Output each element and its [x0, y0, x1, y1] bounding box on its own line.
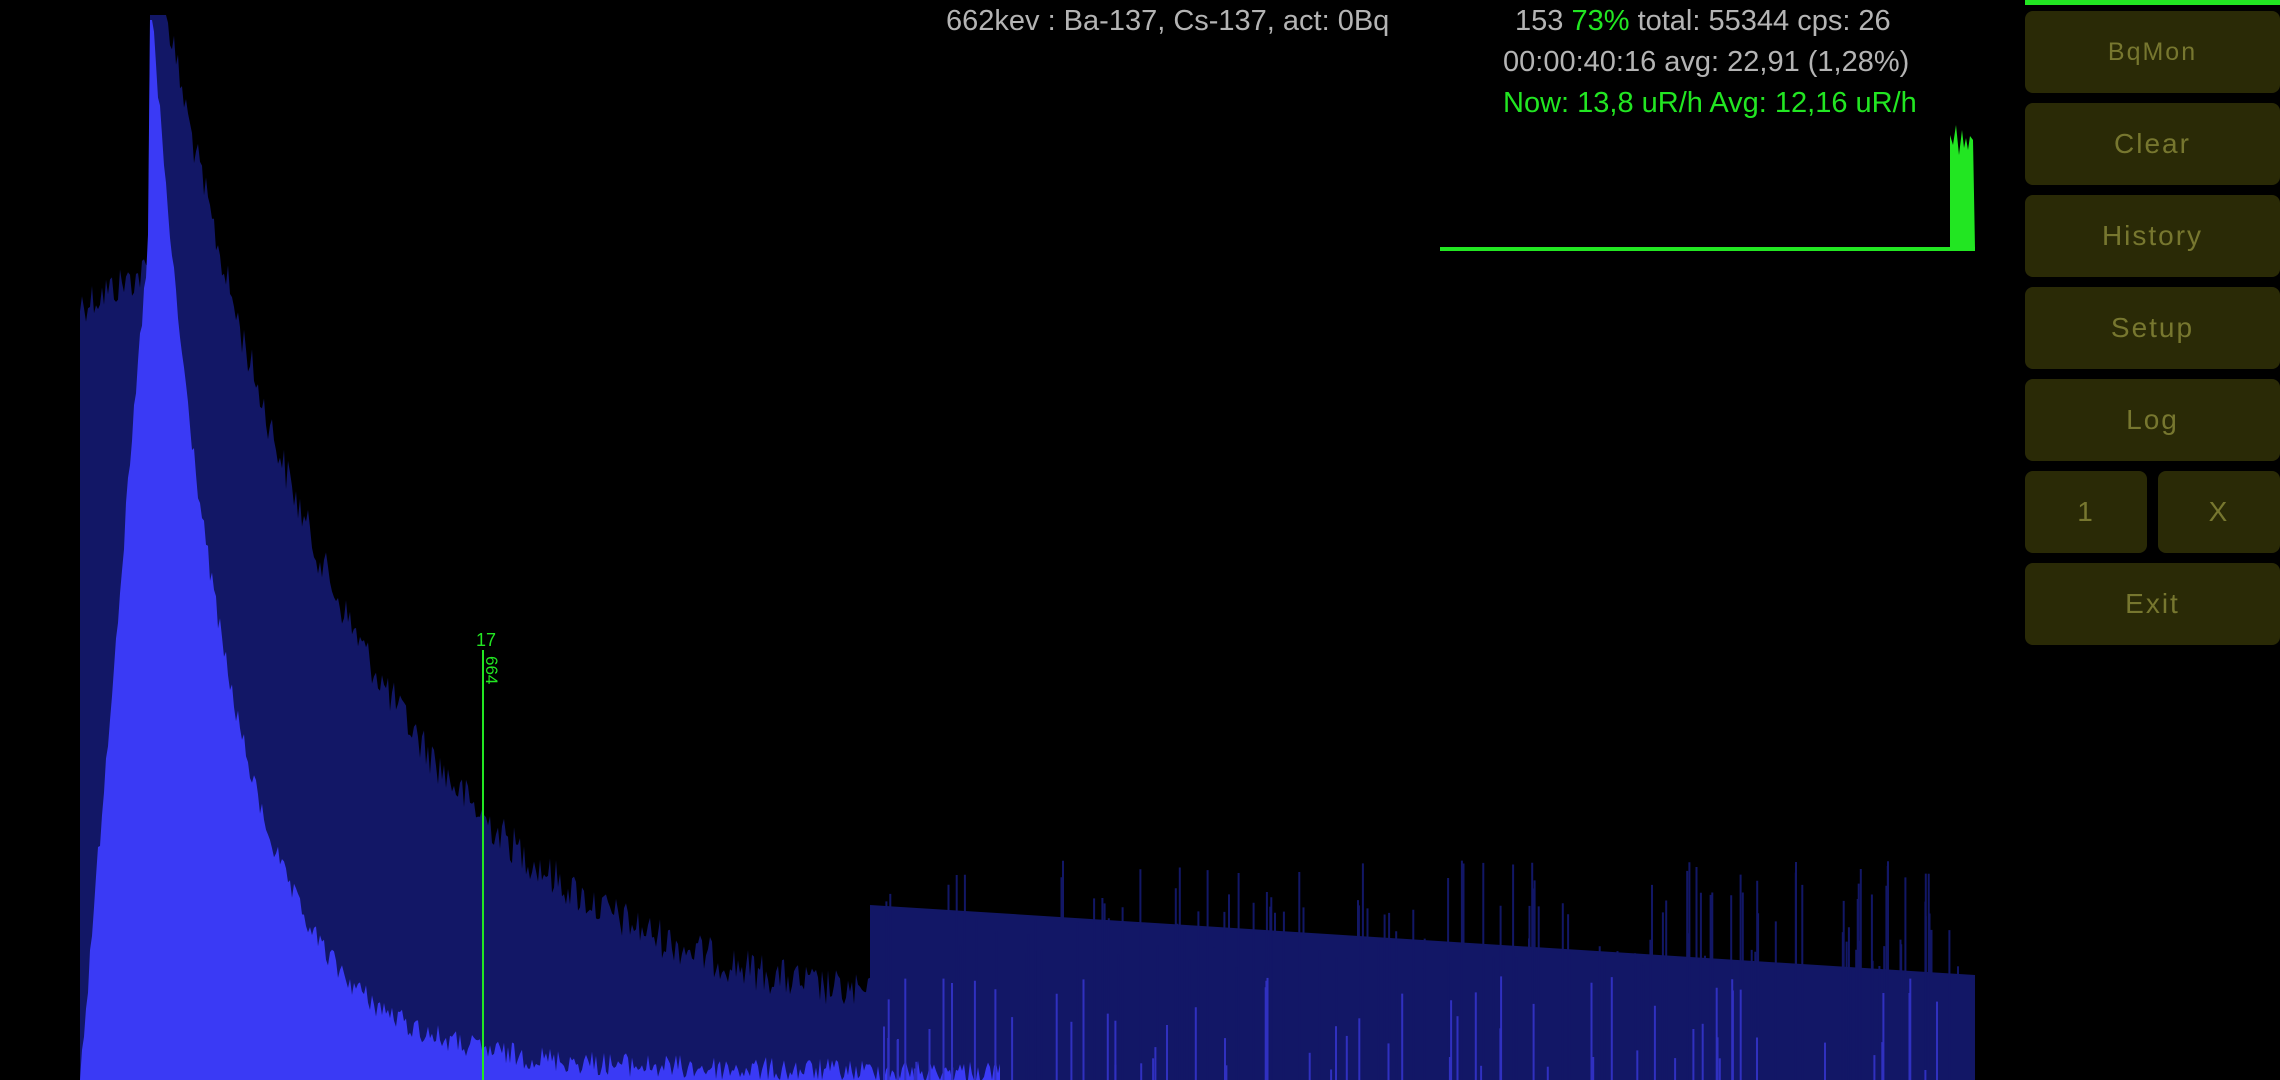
- cursor-energy-label: 664: [482, 656, 501, 684]
- counts-suffix: total: 55344 cps: 26: [1637, 5, 1891, 37]
- counts-percent: 73%: [1571, 5, 1630, 37]
- spectrum-plot[interactable]: 17 664: [0, 0, 2280, 1080]
- log-button[interactable]: Log: [2025, 379, 2280, 461]
- clear-button[interactable]: Clear: [2025, 103, 2280, 185]
- history-bars: [1950, 125, 1975, 249]
- spectrum-screen: 17 664 662kev : Ba-137, Cs-137, act: 0Bq…: [0, 0, 2280, 1080]
- setup-button[interactable]: Setup: [2025, 287, 2280, 369]
- bqmon-button[interactable]: BqMon: [2025, 11, 2280, 93]
- spectrum-background-series: [80, 15, 1975, 1080]
- side-menu: BqMon Clear History Setup Log 1 X Exit: [2025, 0, 2280, 1080]
- cursor-count-label: 17: [476, 630, 496, 650]
- counts-info: 153 73% total: 55344 cps: 26: [1515, 4, 1891, 38]
- exit-button[interactable]: Exit: [2025, 563, 2280, 645]
- x-button[interactable]: X: [2158, 471, 2280, 553]
- history-button[interactable]: History: [2025, 195, 2280, 277]
- dose-rate-history-chart: [1440, 125, 1975, 251]
- dose-rate-info: Now: 13,8 uR/h Avg: 12,16 uR/h: [1503, 87, 1917, 119]
- elapsed-time-info: 00:00:40:16 avg: 22,91 (1,28%): [1503, 46, 1910, 78]
- spectrum-background-area: [80, 15, 1975, 1080]
- isotope-info: 662kev : Ba-137, Cs-137, act: 0Bq: [946, 5, 1390, 37]
- counts-prefix: 153: [1515, 5, 1564, 37]
- status-indicator-bar: [2025, 0, 2280, 5]
- one-button[interactable]: 1: [2025, 471, 2147, 553]
